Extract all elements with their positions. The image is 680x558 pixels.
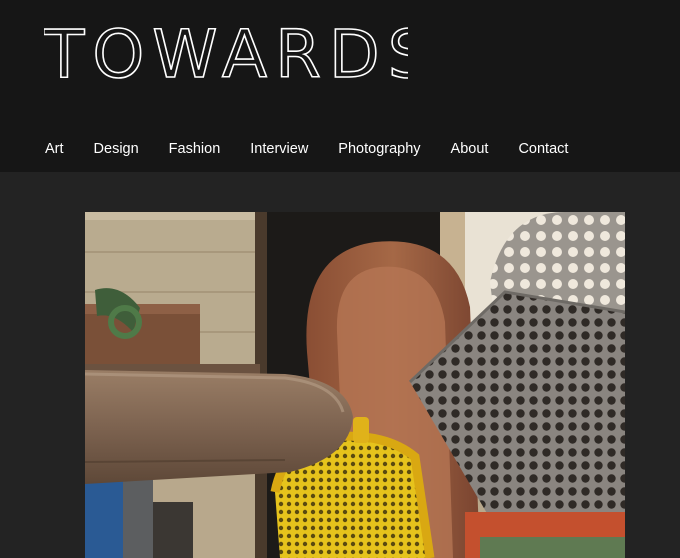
featured-photo-image bbox=[85, 212, 625, 558]
nav-item-photography[interactable]: Photography bbox=[338, 140, 420, 158]
site-header: TOWARDS Art Design Fashion Interview Pho… bbox=[0, 0, 680, 172]
main-nav: Art Design Fashion Interview Photography… bbox=[45, 140, 568, 158]
nav-item-design[interactable]: Design bbox=[94, 140, 139, 158]
nav-item-art[interactable]: Art bbox=[45, 140, 64, 158]
logo-wordmark: TOWARDS bbox=[44, 22, 408, 80]
nav-item-fashion[interactable]: Fashion bbox=[169, 140, 221, 158]
nav-item-about[interactable]: About bbox=[451, 140, 489, 158]
featured-photo[interactable] bbox=[85, 212, 625, 558]
site-logo[interactable]: TOWARDS bbox=[44, 22, 408, 80]
nav-item-interview[interactable]: Interview bbox=[250, 140, 308, 158]
logo-text: TOWARDS bbox=[44, 22, 408, 80]
nav-item-contact[interactable]: Contact bbox=[518, 140, 568, 158]
main-content bbox=[0, 172, 680, 558]
